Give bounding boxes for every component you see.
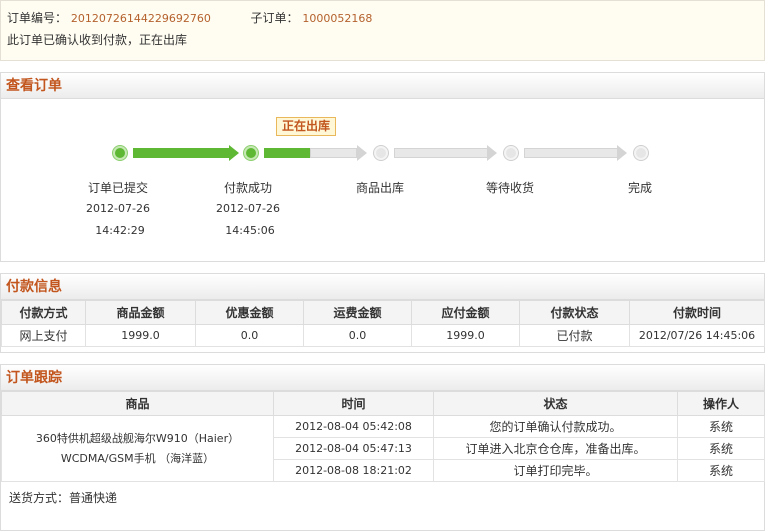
- progress-bar-4: [524, 148, 618, 158]
- payment-header-row: 付款方式 商品金额 优惠金额 运费金额 应付金额 付款状态 付款时间: [1, 300, 765, 325]
- col-header: 付款方式: [1, 300, 86, 325]
- order-number-label: 订单编号：: [7, 11, 68, 25]
- track-operator: 系统: [677, 415, 765, 438]
- track-status: 订单打印完毕。: [433, 459, 678, 482]
- col-header: 商品: [1, 391, 274, 416]
- table-row: 360特供机超级战舰海尔W910（Haier）WCDMA/GSM手机 （海洋蓝）…: [1, 415, 765, 482]
- payment-time: 2012/07/26 14:45:06: [629, 324, 765, 347]
- progress-arrow-4: [617, 145, 627, 161]
- step-label-awaiting: 等待收货: [485, 181, 534, 195]
- col-header: 时间: [273, 391, 434, 416]
- track-operator: 系统: [677, 459, 765, 482]
- shipping-method: 送货方式：普通快递: [9, 491, 118, 505]
- progress-bar-3: [394, 148, 488, 158]
- step-time-paid: 14:45:06: [225, 224, 275, 237]
- order-info-panel: 订单编号： 20120726144229692760 子订单： 10000521…: [0, 0, 765, 61]
- payment-title: 付款信息: [1, 274, 764, 300]
- step-label-submitted: 订单已提交: [87, 181, 148, 195]
- tracking-title: 订单跟踪: [1, 365, 764, 391]
- col-header: 状态: [433, 391, 678, 416]
- col-header: 付款时间: [629, 300, 765, 325]
- payment-status: 已付款: [519, 324, 630, 347]
- order-progress: 正在出库 订单已提交 2012-07-26 14:42:29 付款成功 2012…: [1, 100, 764, 262]
- step-dot-awaiting: [504, 146, 518, 160]
- progress-arrow-2: [357, 145, 367, 161]
- tracking-section: 订单跟踪 商品 时间 状态 操作人 360特供机超级战舰海尔W910（Haier…: [0, 364, 765, 531]
- tracking-table: 商品 时间 状态 操作人 360特供机超级战舰海尔W910（Haier）WCDM…: [1, 391, 765, 482]
- table-row: 网上支付 1999.0 0.0 0.0 1999.0 已付款 2012/07/2…: [1, 324, 765, 347]
- step-label-shipped: 商品出库: [355, 181, 404, 195]
- track-status: 订单进入北京仓仓库，准备出库。: [433, 437, 678, 460]
- col-header: 付款状态: [519, 300, 630, 325]
- tracking-header-row: 商品 时间 状态 操作人: [1, 391, 765, 416]
- step-dot-submitted: [113, 146, 127, 160]
- step-label-paid: 付款成功: [223, 181, 272, 195]
- progress-arrow-3: [487, 145, 497, 161]
- view-order-title: 查看订单: [1, 73, 764, 99]
- step-dot-complete: [634, 146, 648, 160]
- step-time-submitted: 14:42:29: [95, 224, 145, 237]
- discount-amount: 0.0: [195, 324, 304, 347]
- progress-bar-1: [133, 148, 231, 158]
- track-time: 2012-08-04 05:47:13: [273, 437, 434, 460]
- track-time: 2012-08-08 18:21:02: [273, 459, 434, 482]
- step-dot-paid: [244, 146, 258, 160]
- progress-arrow-1: [229, 145, 239, 161]
- step-date-paid: 2012-07-26: [216, 202, 280, 215]
- payment-method: 网上支付: [1, 324, 86, 347]
- payable-amount: 1999.0: [411, 324, 520, 347]
- step-dot-shipped: [374, 146, 388, 160]
- order-number-row: 订单编号： 20120726144229692760 子订单： 10000521…: [7, 9, 372, 26]
- col-header: 商品金额: [85, 300, 196, 325]
- track-time: 2012-08-04 05:42:08: [273, 415, 434, 438]
- order-status-message: 此订单已确认收到付款，正在出库: [7, 33, 188, 47]
- goods-amount: 1999.0: [85, 324, 196, 347]
- col-header: 应付金额: [411, 300, 520, 325]
- progress-bar-2: [264, 148, 310, 158]
- sub-order-value: 1000052168: [302, 12, 373, 25]
- col-header: 优惠金额: [195, 300, 304, 325]
- step-date-submitted: 2012-07-26: [86, 202, 150, 215]
- track-operator: 系统: [677, 437, 765, 460]
- step-label-complete: 完成: [627, 181, 652, 195]
- order-number-value: 20120726144229692760: [70, 12, 211, 25]
- current-step-tag: 正在出库: [276, 117, 337, 136]
- product-name: 360特供机超级战舰海尔W910（Haier）WCDMA/GSM手机 （海洋蓝）: [1, 415, 274, 482]
- shipping-fee: 0.0: [303, 324, 412, 347]
- payment-section: 付款信息 付款方式 商品金额 优惠金额 运费金额 应付金额 付款状态 付款时间 …: [0, 273, 765, 353]
- progress-bar-2-rest: [310, 148, 357, 158]
- track-status: 您的订单确认付款成功。: [433, 415, 678, 438]
- col-header: 操作人: [677, 391, 765, 416]
- sub-order-label: 子订单：: [250, 11, 299, 25]
- payment-table: 付款方式 商品金额 优惠金额 运费金额 应付金额 付款状态 付款时间 网上支付 …: [1, 300, 765, 347]
- view-order-section: 查看订单 正在出库 订单已提交 2012-07-26 14:42:29 付款成功…: [0, 72, 765, 262]
- col-header: 运费金额: [303, 300, 412, 325]
